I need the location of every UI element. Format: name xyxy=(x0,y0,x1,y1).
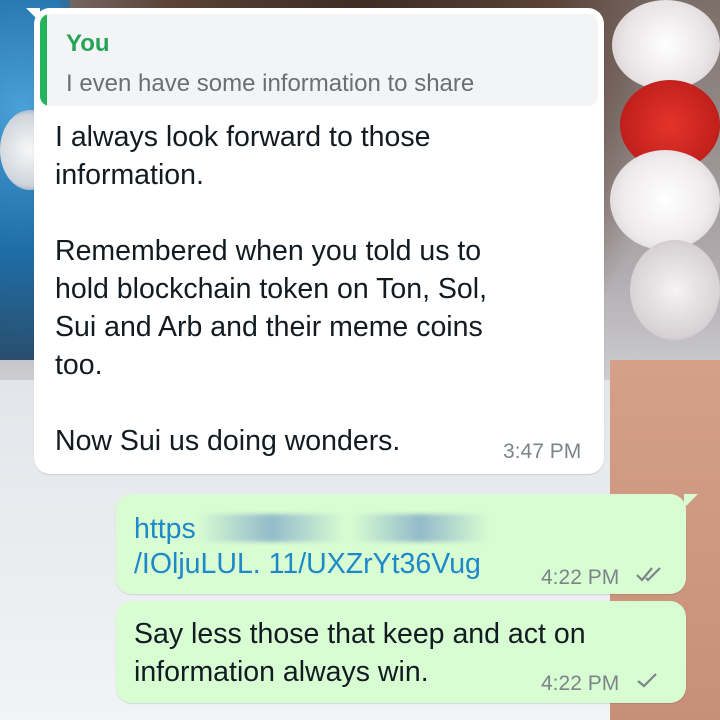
redacted-link-segment xyxy=(349,514,490,542)
quote-author: You xyxy=(66,30,110,57)
wallpaper-flower xyxy=(630,240,720,340)
outgoing-message-time: 4:22 PM xyxy=(541,672,620,695)
link-text-line2[interactable]: /IOljuLUL. 11/UXZrYt36Vug xyxy=(134,548,481,581)
incoming-message-time: 3:47 PM xyxy=(503,440,582,463)
wallpaper-flower xyxy=(610,150,720,250)
quote-accent-bar xyxy=(40,14,47,106)
quote-text: I even have some information to share xyxy=(66,70,475,97)
single-check-icon xyxy=(636,669,660,695)
link-text-line1[interactable]: https xyxy=(134,510,490,546)
link-prefix[interactable]: https xyxy=(134,513,196,545)
outgoing-link-time: 4:22 PM xyxy=(541,566,620,589)
incoming-message-text: I always look forward to those informati… xyxy=(55,121,488,457)
quoted-reply[interactable]: You I even have some information to shar… xyxy=(40,14,598,106)
outgoing-bubble-tail xyxy=(684,494,698,508)
redacted-link-segment xyxy=(195,514,346,542)
double-check-icon xyxy=(636,563,666,589)
wallpaper-flower xyxy=(612,0,720,90)
